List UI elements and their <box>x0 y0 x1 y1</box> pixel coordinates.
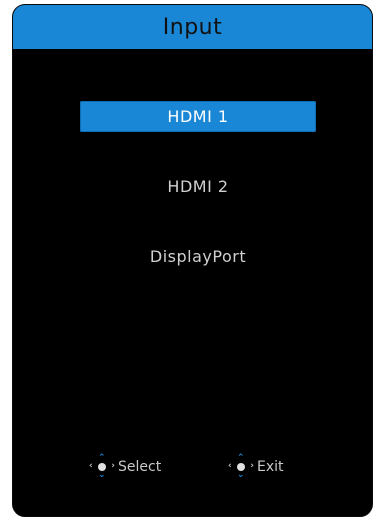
exit-hint-label: Exit <box>257 459 284 475</box>
menu-item-hdmi-2[interactable]: HDMI 2 <box>80 171 316 202</box>
menu-item-hdmi-1[interactable]: HDMI 1 <box>80 101 316 132</box>
menu-title: Input <box>13 5 372 49</box>
osd-input-menu: Input HDMI 1 HDMI 2 DisplayPort ⌃ ‹ › ⌄ … <box>12 4 373 517</box>
menu-item-displayport[interactable]: DisplayPort <box>80 241 316 272</box>
joystick-press-icon: ⌃ ‹ › ⌄ <box>89 453 115 480</box>
select-hint-label: Select <box>118 459 162 475</box>
exit-hint: ⌃ ‹ › ⌄ Exit <box>228 454 284 480</box>
select-hint: ⌃ ‹ › ⌄ Select <box>89 454 161 480</box>
joystick-icon: ⌃ ‹ › ⌄ <box>228 453 254 480</box>
